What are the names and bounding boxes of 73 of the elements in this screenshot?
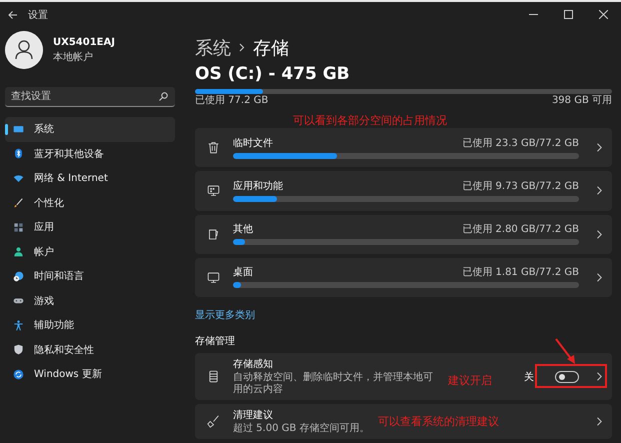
storage-drive-icon [207,370,220,384]
nav-item[interactable]: 游戏 [5,288,175,313]
free-label: 398 GB 可用 [552,95,612,108]
globe-clock-icon [13,270,24,282]
apps-icon [13,222,24,233]
brush-icon [13,197,24,208]
wifi-icon [13,172,24,184]
nav-item[interactable]: 隐私和安全性 [5,338,175,362]
back-arrow-icon[interactable] [8,10,18,20]
setting-description: 超过 5.00 GB 存储空间可用。 [233,423,370,436]
show-more-link[interactable]: 显示更多类别 [195,308,255,322]
category-usage: 已使用 23.3 GB/77.2 GB [462,136,579,150]
monitor-icon [13,124,24,135]
toggle-label: 关 [524,370,534,384]
used-label: 已使用 77.2 GB [195,95,268,108]
category-label: 应用和功能 [233,180,283,193]
setting-description: 自动释放空间、删除临时文件，并管理本地可用的云内容 [233,372,433,396]
avatar [5,31,43,69]
drive-title: OS (C:) - 475 GB [195,64,351,84]
maximize-icon[interactable] [564,10,573,19]
category-usage: 已使用 9.73 GB/77.2 GB [462,180,579,193]
monitor-icon [207,270,220,284]
category-label: 桌面 [233,266,253,280]
account-type: 本地帐户 [53,50,94,64]
accessibility-icon [13,320,24,331]
category-card[interactable]: 其他 已使用 2.80 GB/77.2 GB [195,214,612,254]
annotation-arrow [554,338,578,366]
nav-item[interactable]: 系统 [5,117,175,142]
highlight-frame [535,364,607,388]
trash-icon [207,141,220,154]
setting-title: 清理建议 [233,408,273,422]
monitor-apps-icon [207,184,220,198]
nav-item[interactable]: 辅助功能 [5,313,175,338]
toggle-switch[interactable] [555,370,579,383]
category-card[interactable]: 桌面 已使用 1.81 GB/77.2 GB [195,258,612,298]
bluetooth-icon [13,148,24,160]
category-usage: 已使用 1.81 GB/77.2 GB [462,266,579,280]
breadcrumb-link[interactable]: 系统 [195,36,231,60]
nav-item[interactable]: 网络 & Internet [5,166,175,190]
section-heading: 存储管理 [195,334,236,348]
close-icon[interactable] [599,10,608,19]
chevron-right-icon [239,43,245,52]
chevron-right-icon [596,372,602,382]
chevron-right-icon [596,272,602,282]
broom-icon [207,415,220,428]
category-card[interactable]: 应用和功能 已使用 9.73 GB/77.2 GB [195,171,612,211]
annotation-text: 可以看到各部分空间的占用情况 [293,113,447,128]
page-title: 存储 [253,36,289,60]
document-icon [207,228,220,241]
nav-item[interactable]: 时间和语言 [5,264,175,288]
annotation-text: 可以查看系统的清理建议 [378,414,499,429]
shield-icon [13,344,24,356]
category-card[interactable]: 临时文件 已使用 23.3 GB/77.2 GB [195,128,612,168]
category-label: 临时文件 [233,136,273,150]
nav-item[interactable]: 帐户 [5,240,175,264]
refresh-icon [13,368,24,380]
window-title: 设置 [28,8,48,22]
chevron-right-icon [596,417,602,426]
annotation-text: 建议开启 [448,373,492,388]
account-name: UX5401EAJ [53,36,115,48]
person-icon [13,246,24,258]
chevron-right-icon [596,186,602,196]
search-field[interactable]: 查找设置 [5,87,175,107]
category-label: 其他 [233,223,253,236]
chevron-right-icon [596,230,602,239]
nav-item[interactable]: 应用 [5,215,175,240]
nav-item[interactable]: Windows 更新 [5,362,175,386]
chevron-right-icon [596,143,602,152]
category-usage: 已使用 2.80 GB/77.2 GB [462,223,579,236]
nav-item[interactable]: 个性化 [5,190,175,215]
nav-item[interactable]: 蓝牙和其他设备 [5,142,175,166]
search-icon [159,92,168,101]
setting-title: 存储感知 [233,358,273,372]
